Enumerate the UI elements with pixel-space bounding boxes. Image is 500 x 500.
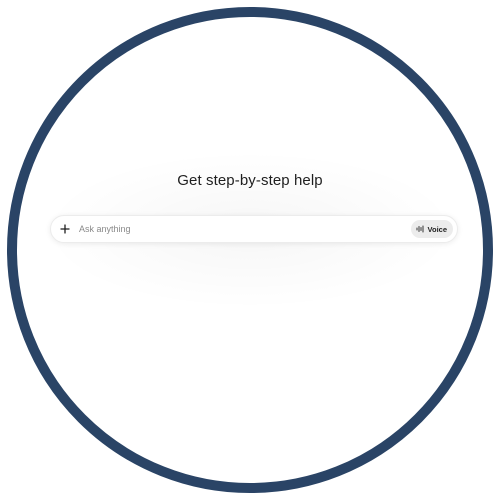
voice-button[interactable]: Voice xyxy=(410,220,453,238)
add-attachment-button[interactable] xyxy=(53,217,77,241)
circular-crop-border xyxy=(7,7,493,493)
plus-icon xyxy=(60,224,70,234)
waveform-icon xyxy=(416,220,425,238)
screenshot-frame: Get step-by-step help Voice xyxy=(0,0,500,500)
chat-composer: Voice xyxy=(50,215,458,243)
prompt-input[interactable] xyxy=(77,218,411,240)
page-title: Get step-by-step help xyxy=(177,172,323,189)
voice-button-label: Voice xyxy=(427,224,447,234)
